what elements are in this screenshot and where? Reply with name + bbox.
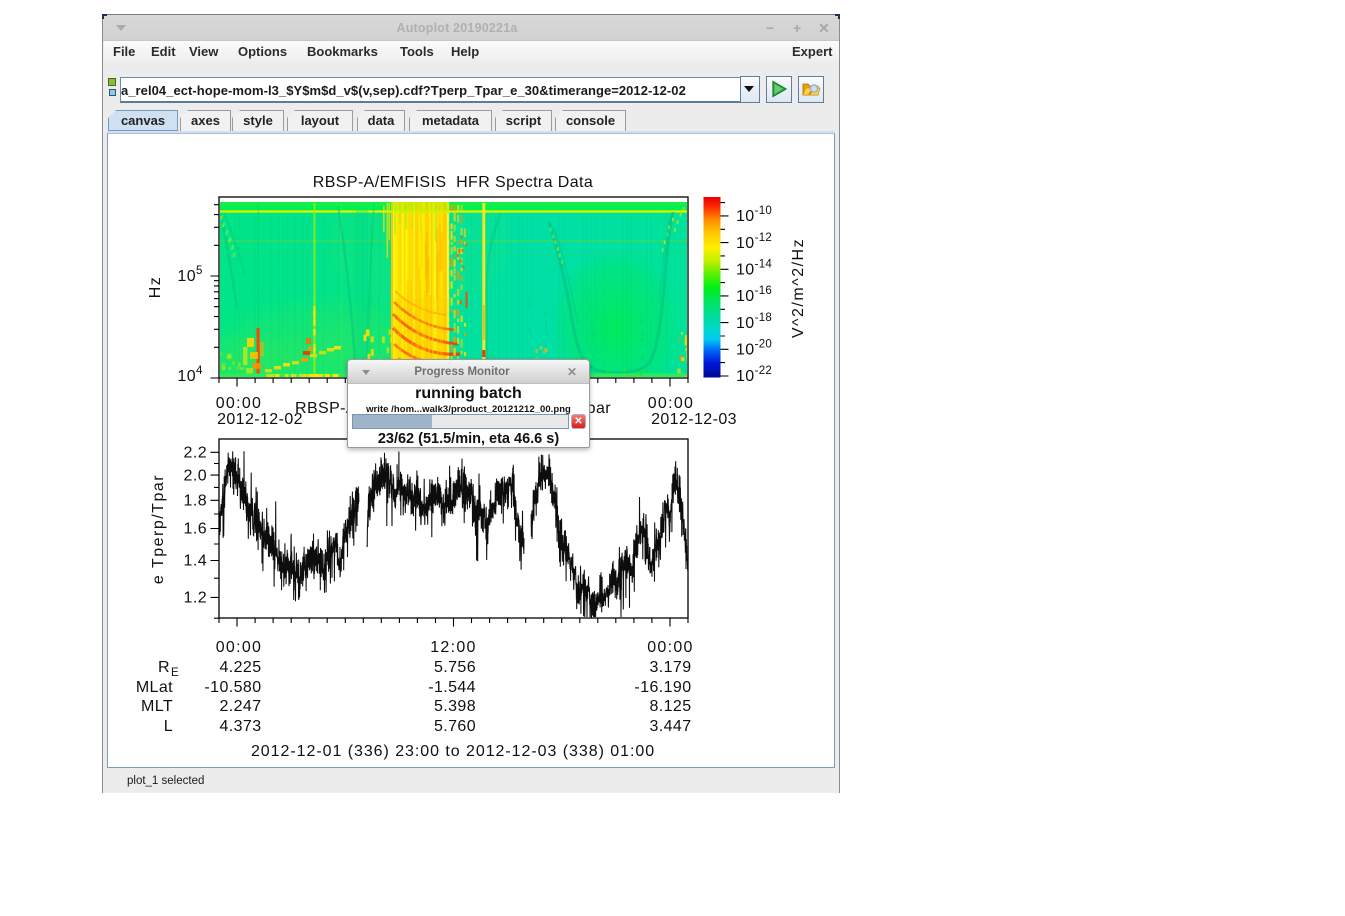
- svg-text:-10.580: -10.580: [204, 679, 261, 696]
- svg-text:2.247: 2.247: [219, 698, 261, 715]
- svg-text:00:00: 00:00: [216, 639, 263, 656]
- svg-text:4.373: 4.373: [219, 718, 261, 735]
- svg-text:-1.544: -1.544: [428, 679, 476, 696]
- svg-text:e Tperp/Tpar: e Tperp/Tpar: [150, 474, 167, 584]
- svg-text:E: E: [171, 667, 179, 679]
- svg-text:2012-12-02: 2012-12-02: [217, 411, 303, 428]
- svg-text:10-12: 10-12: [736, 232, 772, 252]
- svg-text:2012-12-03: 2012-12-03: [651, 411, 737, 428]
- svg-text:3.179: 3.179: [649, 659, 691, 676]
- svg-text:10-18: 10-18: [736, 312, 772, 332]
- svg-text:10-22: 10-22: [736, 365, 772, 385]
- svg-text:V^2/m^2/Hz: V^2/m^2/Hz: [790, 238, 807, 338]
- svg-text:2.2: 2.2: [184, 445, 207, 462]
- svg-text:2.0: 2.0: [184, 467, 207, 484]
- svg-text:12:00: 12:00: [430, 639, 477, 656]
- svg-text:4.225: 4.225: [219, 659, 261, 676]
- svg-text:10: 10: [177, 368, 196, 385]
- svg-text:1.8: 1.8: [184, 493, 207, 510]
- svg-text:2012-12-01 (336) 23:00 to 2012: 2012-12-01 (336) 23:00 to 2012-12-03 (33…: [251, 743, 655, 760]
- svg-text:10-16: 10-16: [736, 285, 772, 305]
- svg-text:00:00: 00:00: [216, 395, 263, 412]
- svg-text:L: L: [164, 718, 173, 735]
- svg-text:3.447: 3.447: [649, 718, 691, 735]
- svg-text:00:00: 00:00: [648, 395, 695, 412]
- svg-text:00:00: 00:00: [647, 639, 694, 656]
- svg-text:1.2: 1.2: [184, 590, 207, 607]
- svg-text:5.760: 5.760: [434, 718, 476, 735]
- svg-text:MLT: MLT: [141, 698, 173, 715]
- svg-text:RBSP-A/EMFISIS HFR Spectra Da: RBSP-A/EMFISIS HFR Spectra Data: [313, 174, 593, 191]
- svg-text:10-10: 10-10: [736, 205, 772, 225]
- svg-text:5.756: 5.756: [434, 659, 476, 676]
- svg-text:MLat: MLat: [136, 679, 173, 696]
- svg-text:R: R: [158, 659, 170, 676]
- svg-text:5: 5: [196, 265, 203, 277]
- svg-text:10: 10: [177, 268, 196, 285]
- svg-text:1.6: 1.6: [184, 521, 207, 538]
- svg-text:10-14: 10-14: [736, 259, 772, 279]
- svg-text:8.125: 8.125: [649, 698, 691, 715]
- svg-text:Hz: Hz: [147, 276, 164, 299]
- svg-text:4: 4: [196, 365, 203, 377]
- svg-text:5.398: 5.398: [434, 698, 476, 715]
- svg-text:10-20: 10-20: [736, 339, 772, 359]
- svg-text:1.4: 1.4: [184, 553, 207, 570]
- svg-text:-16.190: -16.190: [634, 679, 691, 696]
